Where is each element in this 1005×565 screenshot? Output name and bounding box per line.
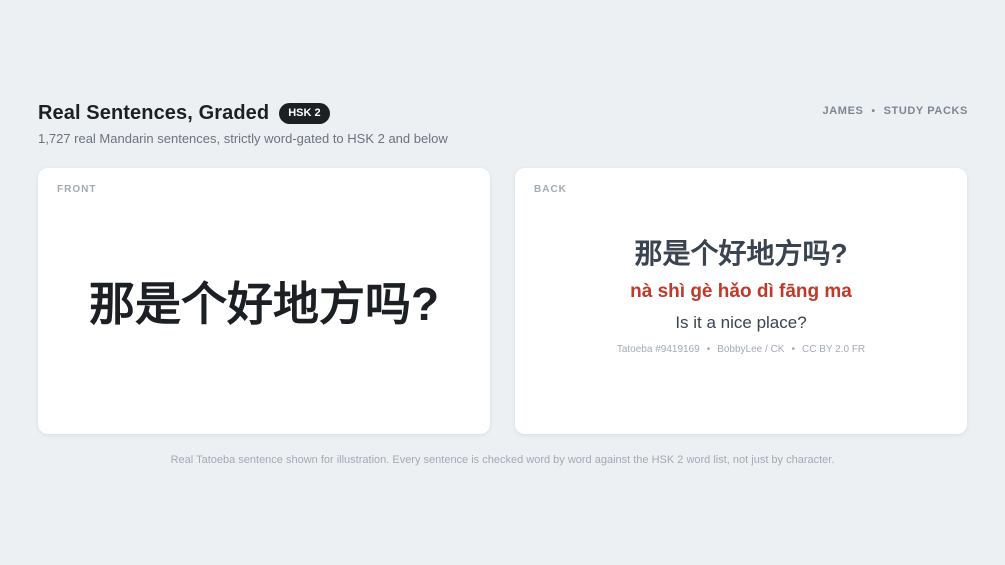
user-link[interactable]: JAMES xyxy=(823,105,864,117)
back-card-label: BACK xyxy=(534,184,567,195)
meta-separator: • xyxy=(706,344,711,355)
page: Real Sentences, Graded HSK 2 JAMES • STU… xyxy=(0,0,1005,565)
sentence-pinyin: nà shì gè hǎo dì fāng ma xyxy=(630,281,852,302)
study-packs-link[interactable]: STUDY PACKS xyxy=(884,105,968,117)
back-card-content: 那是个好地方吗? nà shì gè hǎo dì fāng ma Is it … xyxy=(515,236,967,355)
front-sentence-hanzi: 那是个好地方吗? xyxy=(88,278,440,330)
front-card[interactable]: FRONT 那是个好地方吗? xyxy=(38,168,490,434)
page-subtitle: 1,727 real Mandarin sentences, strictly … xyxy=(38,131,448,146)
footnote: Real Tatoeba sentence shown for illustra… xyxy=(170,454,835,466)
meta-separator: • xyxy=(791,344,795,355)
sentence-attribution: Tatoeba #9419169 • BobbyLee / CK • CC BY… xyxy=(515,344,967,355)
front-card-label: FRONT xyxy=(57,184,97,195)
back-sentence-hanzi: 那是个好地方吗? xyxy=(634,238,848,269)
source-id: Tatoeba #9419169 xyxy=(616,344,700,355)
sentence-translation: Is it a nice place? xyxy=(675,313,807,332)
back-card[interactable]: BACK 那是个好地方吗? nà shì gè hǎo dì fāng ma I… xyxy=(515,168,967,434)
page-title: Real Sentences, Graded xyxy=(38,101,270,124)
top-nav: JAMES • STUDY PACKS xyxy=(823,105,968,117)
source-license: CC BY 2.0 FR xyxy=(801,344,866,355)
source-authors: BobbyLee / CK xyxy=(717,344,785,355)
level-badge: HSK 2 xyxy=(279,102,330,124)
page-header: Real Sentences, Graded HSK 2 JAMES • STU… xyxy=(38,100,968,147)
nav-separator: • xyxy=(871,105,876,117)
